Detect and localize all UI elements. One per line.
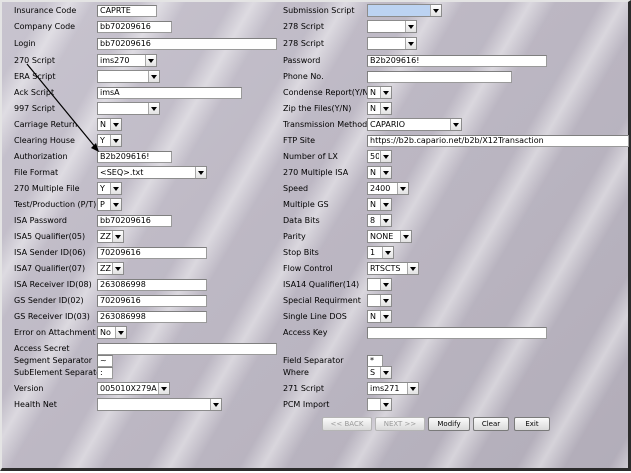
configuration-form: Insurance Code Company Code Login 270 Sc…	[0, 0, 631, 471]
annotation-arrow-icon	[26, 63, 99, 152]
